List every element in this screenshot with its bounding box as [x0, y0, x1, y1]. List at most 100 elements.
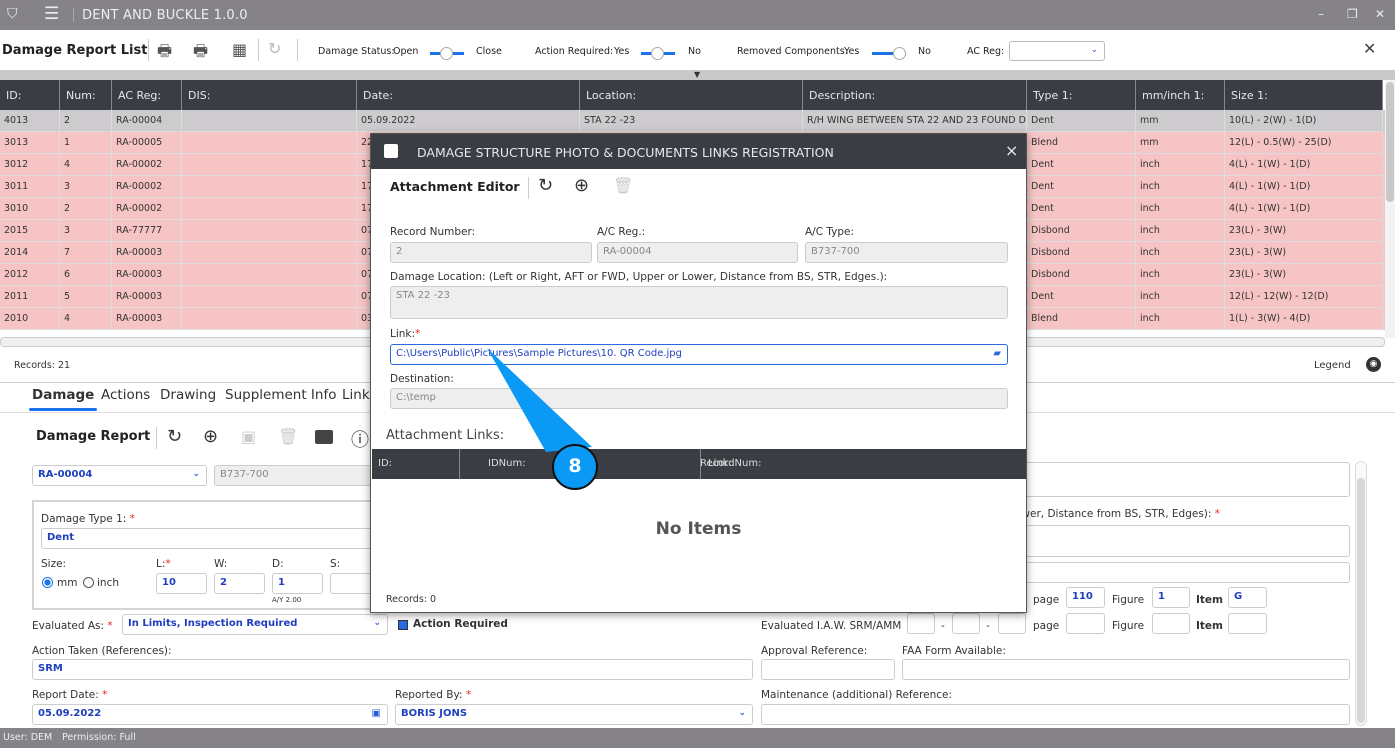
vertical-scrollbar[interactable]	[1385, 80, 1395, 338]
cell-type: Disbond	[1027, 220, 1136, 242]
save-icon[interactable]: ▣	[241, 427, 256, 446]
print-icon[interactable]: 🖶	[157, 40, 172, 67]
tab-damage[interactable]: Damage	[32, 387, 94, 403]
item-input[interactable]: G	[1228, 587, 1267, 608]
maintenance-reference-input[interactable]	[761, 704, 1350, 725]
tab-link[interactable]: Link	[342, 387, 370, 403]
faa-form-input[interactable]	[902, 659, 1350, 680]
figure-input-2[interactable]	[1152, 613, 1190, 634]
links-table-header: ID: IDNum: RecordNum: Link:	[372, 449, 1026, 479]
permission-label: Permission: Full	[62, 732, 136, 743]
action-taken-input[interactable]: SRM	[32, 659, 753, 680]
column-header-date[interactable]: Date:	[357, 80, 580, 110]
hamburger-menu-icon[interactable]: ☰	[44, 4, 59, 24]
delete-icon[interactable]: 🗑	[278, 427, 298, 446]
report-date-input[interactable]: 05.09.2022 ▣	[32, 704, 388, 725]
cell-ac-reg: RA-00003	[112, 286, 182, 308]
chapter-input[interactable]	[907, 613, 935, 634]
removed-components-toggle[interactable]	[872, 47, 906, 60]
splitter[interactable]: ▼	[0, 70, 1395, 80]
tab-drawing[interactable]: Drawing	[160, 387, 216, 403]
page-input[interactable]: 110	[1066, 587, 1105, 608]
ac-reg-select[interactable]: ⌄	[1009, 41, 1105, 61]
tab-actions[interactable]: Actions	[101, 387, 150, 403]
action-required-checkbox[interactable]	[398, 620, 408, 630]
divider	[156, 427, 157, 449]
add-icon[interactable]: ⊕	[574, 175, 589, 196]
column-header-ac-reg[interactable]: AC Reg:	[112, 80, 182, 110]
column-header-unit[interactable]: mm/inch 1:	[1136, 80, 1225, 110]
cell-ac-reg: RA-00004	[112, 110, 182, 132]
column-header-id[interactable]: ID:	[0, 80, 60, 110]
figure-input[interactable]: 1	[1152, 587, 1190, 608]
inch-radio[interactable]	[83, 577, 94, 588]
table-row[interactable]: 4013 2 RA-00004 05.09.2022 STA 22 -23 R/H WIN…	[0, 110, 1385, 132]
depth-input[interactable]: 1	[272, 573, 323, 594]
form-scrollbar[interactable]	[1355, 461, 1367, 726]
ac-reg-field: RA-00004	[597, 242, 798, 263]
description-textarea[interactable]	[1015, 462, 1350, 497]
cell-ac-reg: RA-00003	[112, 264, 182, 286]
location-extra-input[interactable]	[1015, 562, 1350, 583]
calendar-icon[interactable]: ▣	[372, 708, 381, 719]
column-header-location[interactable]: Location:	[580, 80, 803, 110]
eye-icon[interactable]: ◉	[1366, 357, 1381, 372]
column-header-dis[interactable]: DIS:	[182, 80, 357, 110]
cell-id: 2011	[0, 286, 60, 308]
legend-label[interactable]: Legend	[1314, 360, 1351, 371]
action-required-toggle[interactable]	[641, 47, 675, 60]
length-input[interactable]: 10	[156, 573, 207, 594]
column-header-type[interactable]: Type 1:	[1027, 80, 1136, 110]
cell-num: 3	[60, 176, 112, 198]
mm-radio[interactable]	[42, 577, 53, 588]
tab-supplement-info[interactable]: Supplement Info	[225, 387, 336, 403]
link-input[interactable]: C:\Users\Public\Pictures\Sample Pictures…	[390, 344, 1008, 365]
collapse-arrow-icon[interactable]: ▼	[694, 70, 700, 79]
damage-type-select[interactable]: Dent	[41, 528, 381, 549]
approval-reference-input[interactable]	[761, 659, 895, 680]
page-input-2[interactable]	[1066, 613, 1105, 634]
ac-type-field: B737-700	[805, 242, 1008, 263]
app-logo-icon: ⛉	[7, 6, 18, 22]
editor-title: Attachment Editor	[390, 179, 520, 194]
window-close-button[interactable]: ✕	[1375, 7, 1385, 21]
refresh-icon[interactable]: ↻	[167, 426, 182, 447]
column-header-description[interactable]: Description:	[803, 80, 1027, 110]
cell-size: 12(L) - 12(W) - 12(D)	[1225, 286, 1383, 308]
section-input[interactable]	[952, 613, 980, 634]
minimize-button[interactable]: –	[1318, 7, 1324, 21]
width-input[interactable]: 2	[214, 573, 265, 594]
subject-input[interactable]	[998, 613, 1026, 634]
damage-status-toggle[interactable]	[430, 47, 464, 60]
column-header-num[interactable]: Num:	[60, 80, 112, 110]
folder-icon[interactable]	[315, 430, 333, 444]
report-date-label: Report Date: *	[32, 689, 108, 701]
reported-by-select[interactable]: BORIS JONS ⌄	[395, 704, 753, 725]
close-list-button[interactable]: ✕	[1363, 39, 1376, 58]
damage-location-field: STA 22 -23	[390, 286, 1008, 319]
delete-icon[interactable]: 🗑	[613, 176, 633, 195]
s-input[interactable]	[330, 573, 375, 594]
browse-folder-icon[interactable]: ▰	[993, 348, 1001, 359]
dialog-close-button[interactable]: ×	[1005, 141, 1018, 160]
damage-location-label: ower, Distance from BS, STR, Edges): *	[1015, 508, 1221, 520]
refresh-icon[interactable]: ↻	[268, 39, 281, 58]
column-header-size[interactable]: Size 1:	[1225, 80, 1383, 110]
page-title: Damage Report List	[2, 43, 148, 58]
cell-size: 1(L) - 3(W) - 4(D)	[1225, 308, 1383, 330]
evaluated-as-label: Evaluated As: *	[32, 620, 113, 632]
damage-location-textarea[interactable]	[1015, 525, 1350, 557]
restore-button[interactable]: ❐	[1347, 7, 1358, 21]
user-label: User: DEM	[3, 732, 53, 743]
info-icon[interactable]: ⓘ	[351, 426, 369, 452]
cell-num: 7	[60, 242, 112, 264]
refresh-icon[interactable]: ↻	[538, 175, 553, 196]
evaluated-as-select[interactable]: In Limits, Inspection Required ⌄	[122, 614, 388, 635]
export-excel-icon[interactable]: ▦	[232, 40, 247, 59]
ac-reg-select[interactable]: RA-00004 ⌄	[32, 465, 207, 486]
print-preview-icon[interactable]: 🖶	[193, 40, 208, 67]
cell-type: Disbond	[1027, 264, 1136, 286]
add-icon[interactable]: ⊕	[203, 426, 218, 447]
item-input-2[interactable]	[1228, 613, 1267, 634]
length-label: L:*	[156, 558, 171, 570]
